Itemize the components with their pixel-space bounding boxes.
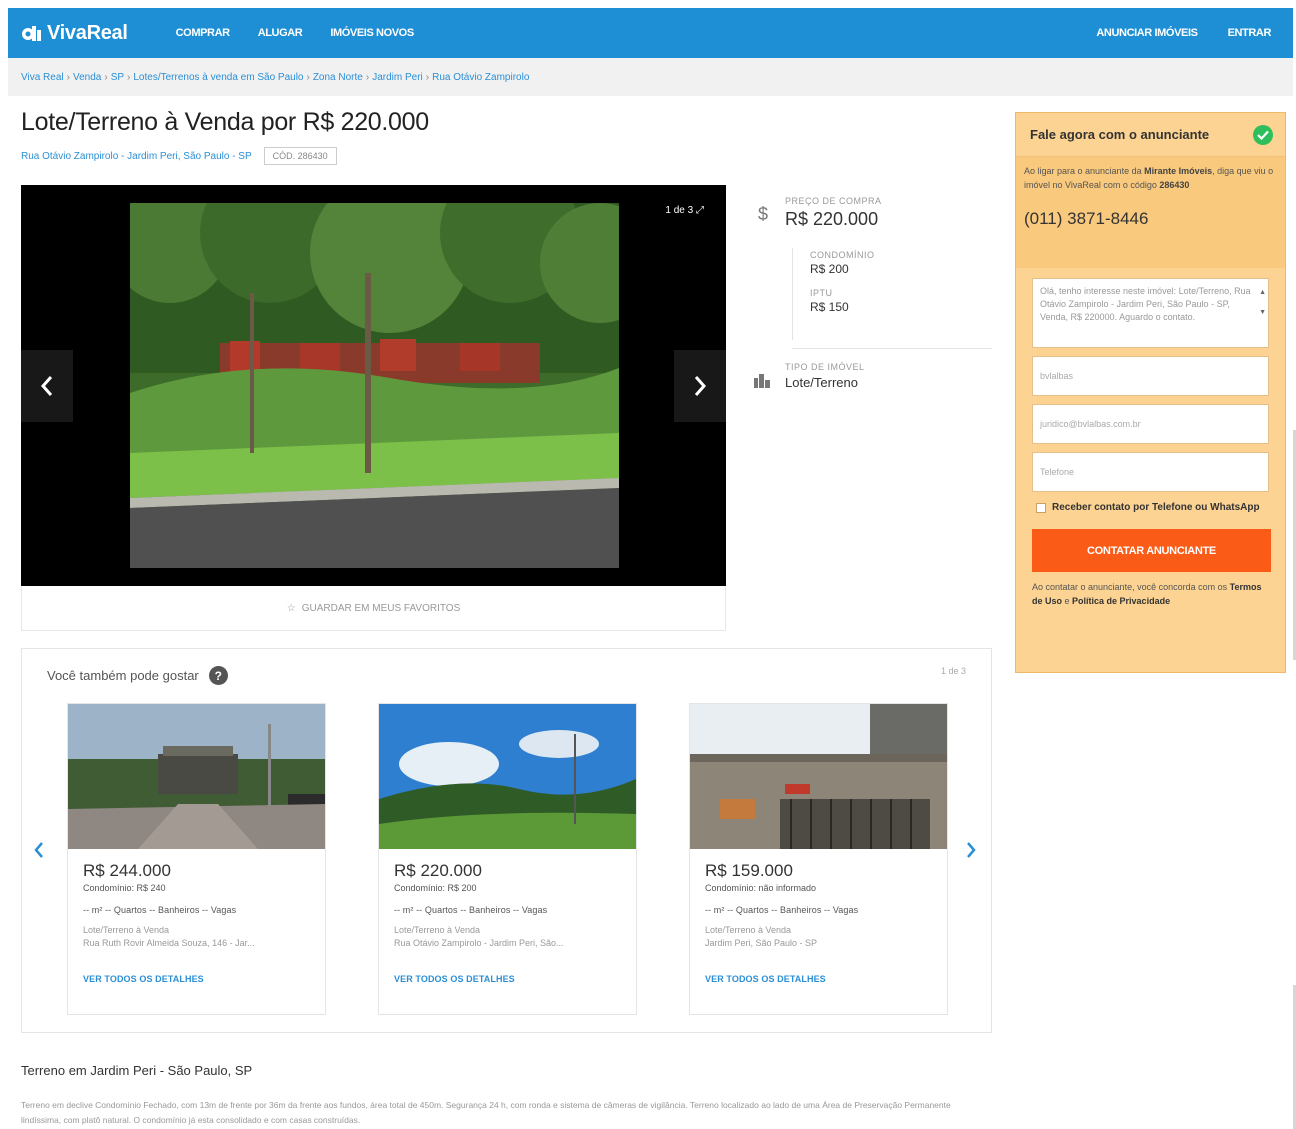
building-icon [754,374,770,388]
logo[interactable]: VivaReal [21,22,128,45]
nav-anunciar-imoveis[interactable]: ANUNCIAR IMÓVEIS [1096,27,1198,39]
star-icon: ☆ [286,603,296,614]
recommendations-section: Você também pode gostar ? 1 de 3 R$ 244.… [21,648,992,1033]
card-details-link[interactable]: VER TODOS OS DETALHES [705,974,947,984]
condo-value: R$ 200 [810,262,849,276]
contact-advertiser-button[interactable]: CONTATAR ANUNCIANTE [1032,529,1271,572]
email-input[interactable]: juridico@bvlalbas.com.br [1032,404,1269,444]
card-address: Rua Ruth Rovir Almeida Souza, 146 - Jar.… [83,938,255,948]
nav-alugar[interactable]: ALUGAR [258,27,303,39]
breadcrumb-item[interactable]: Lotes/Terrenos à venda em São Paulo [133,72,303,83]
terms-text: Ao contatar o anunciante, você concorda … [1032,582,1262,607]
favorite-label: GUARDAR EM MEUS FAVORITOS [301,603,461,614]
breadcrumb-item[interactable]: Jardim Peri [372,72,423,83]
nav-comprar[interactable]: COMPRAR [176,27,230,39]
iptu-label: IPTU [810,288,833,298]
contact-panel: Fale agora com o anunciante Ao ligar par… [1015,112,1286,673]
gallery-next-button[interactable] [674,350,726,422]
privacy-policy-link[interactable]: Política de Privacidade [1072,596,1170,606]
scrollbar-arrows-icon[interactable]: ▲ ▼ [1259,283,1266,323]
card-address: Rua Otávio Zampirolo - Jardim Peri, São.… [394,938,564,948]
card-condo: Condomínio: R$ 200 [394,883,477,893]
whatsapp-checkbox-label: Receber contato por Telefone ou WhatsApp [1052,502,1260,513]
listing-code: CÓD. 286430 [263,147,337,165]
card-photo [68,704,325,849]
save-favorite-button[interactable]: ☆ GUARDAR EM MEUS FAVORITOS [21,587,726,631]
card-price: R$ 244.000 [83,861,171,880]
purchase-price-label: PREÇO DE COMPRA [785,196,882,206]
top-navigation: VivaReal COMPRAR ALUGAR IMÓVEIS NOVOS AN… [8,8,1293,58]
nav-imoveis-novos[interactable]: IMÓVEIS NOVOS [330,27,414,39]
breadcrumb-item[interactable]: Zona Norte [313,72,363,83]
card-kind: Lote/Terreno à Venda [705,925,792,935]
breadcrumb-item[interactable]: Rua Otávio Zampirolo [432,72,529,83]
recommendations-title: Você também pode gostar [47,668,199,683]
agency-name: Mirante Imóveis [1144,166,1213,176]
chevron-right-icon [694,376,707,396]
listing-address[interactable]: Rua Otávio Zampirolo - Jardim Peri, São … [21,151,252,162]
description-text: Terreno em declive Condomínio Fechado, c… [21,1100,951,1126]
chevron-right-icon[interactable] [965,841,977,859]
description-title: Terreno em Jardim Peri - São Paulo, SP [21,1063,253,1078]
chevron-left-icon [40,376,53,396]
recommendation-card[interactable]: R$ 159.000 Condomínio: não informado -- … [689,703,948,1015]
card-features: -- m² -- Quartos -- Banheiros -- Vagas [394,905,548,915]
help-icon[interactable]: ? [208,666,228,685]
breadcrumb-item[interactable]: SP [111,72,124,83]
card-details-link[interactable]: VER TODOS OS DETALHES [83,974,325,984]
message-textarea[interactable]: Olá, tenho interesse neste imóvel: Lote/… [1032,278,1269,348]
card-address: Jardim Peri, São Paulo - SP [705,938,818,948]
breadcrumb-item[interactable]: Viva Real [21,72,64,83]
nav-entrar[interactable]: ENTRAR [1228,27,1272,39]
contact-header: Fale agora com o anunciante [1030,127,1210,142]
card-kind: Lote/Terreno à Venda [394,925,481,935]
card-price: R$ 220.000 [394,861,482,880]
contact-phone[interactable]: (011) 3871-8446 [1024,206,1277,232]
name-input[interactable]: bvlalbas [1032,356,1269,396]
dollar-icon: $ [758,204,769,224]
page-title: Lote/Terreno à Venda por R$ 220.000 [21,108,429,136]
recommendations-counter: 1 de 3 [940,666,966,676]
card-features: -- m² -- Quartos -- Banheiros -- Vagas [83,905,237,915]
card-kind: Lote/Terreno à Venda [83,925,170,935]
photo-counter: 1 de 3 ⤢ [665,205,704,216]
check-icon [1253,124,1273,145]
gallery-prev-button[interactable] [21,350,73,422]
whatsapp-checkbox[interactable] [1036,503,1046,513]
card-details-link[interactable]: VER TODOS OS DETALHES [394,974,636,984]
property-type-value: Lote/Terreno [785,375,858,390]
iptu-value: R$ 150 [810,300,849,314]
logo-icon [22,26,41,41]
property-type-label: TIPO DE IMÓVEL [785,362,865,372]
divider [792,348,992,349]
listing-code-ref: 286430 [1159,179,1190,190]
card-photo [379,704,636,849]
card-features: -- m² -- Quartos -- Banheiros -- Vagas [705,905,859,915]
breadcrumb: Viva Real › Venda › SP › Lotes/Terrenos à v… [8,58,1293,96]
expand-icon[interactable]: ⤢ [696,205,704,216]
purchase-price-value: R$ 220.000 [785,209,879,229]
recommendation-card[interactable]: R$ 244.000 Condomínio: R$ 240 -- m² -- Q… [67,703,326,1015]
listing-photo[interactable] [130,203,619,568]
card-price: R$ 159.000 [705,861,793,880]
condo-label: CONDOMÍNIO [810,250,875,260]
land-photo [130,203,619,568]
photo-gallery: 1 de 3 ⤢ [21,185,726,586]
phone-input[interactable]: Telefone [1032,452,1269,492]
card-condo: Condomínio: R$ 240 [83,883,166,893]
logo-text: VivaReal [47,21,128,44]
contact-info: Ao ligar para o anunciante da Mirante Im… [1016,157,1285,268]
chevron-left-icon[interactable] [33,841,45,859]
recommendation-card[interactable]: R$ 220.000 Condomínio: R$ 200 -- m² -- Q… [378,703,637,1015]
card-photo [690,704,947,849]
breadcrumb-item[interactable]: Venda [73,72,101,83]
card-condo: Condomínio: não informado [705,883,817,893]
